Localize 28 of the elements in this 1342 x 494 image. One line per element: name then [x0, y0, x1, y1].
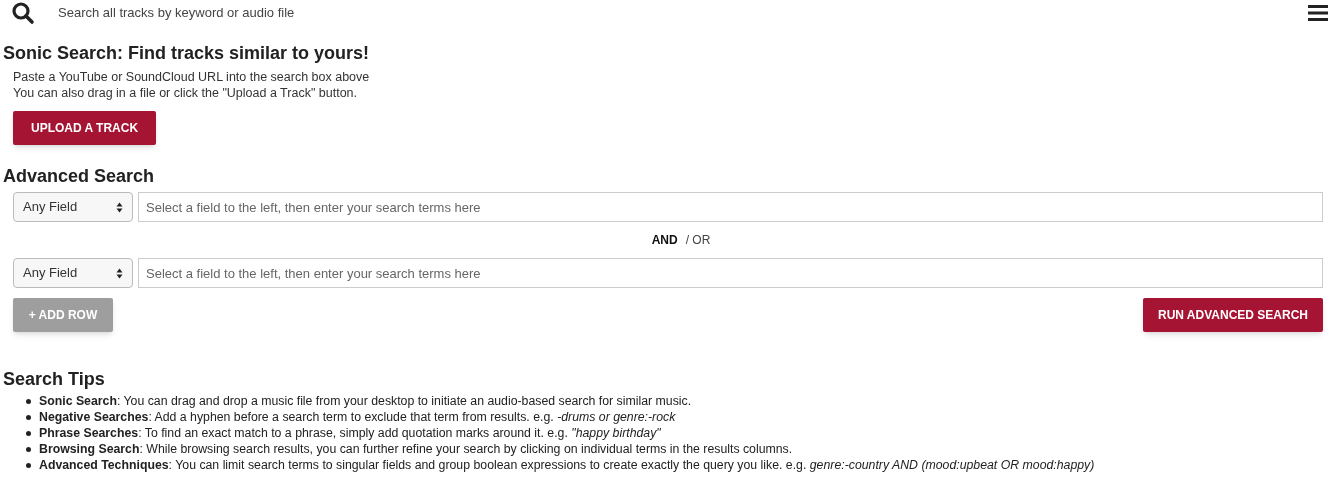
section-heading: Search Tips	[3, 368, 106, 390]
tip-text: Phrase Searches: To find an exact match to a phrase, simply add quotation marks around it. e.g. "happy birthday"	[39, 424, 661, 442]
search-terms-field[interactable]: Select a field to the left, then enter your search terms here	[138, 258, 1323, 288]
tip-text: Sonic Search: You can drag and drop a music file from your desktop to initiate an audio-based search for similar music.	[39, 392, 692, 410]
search-field[interactable]: Search all tracks by keyword or audio file	[58, 3, 1308, 23]
bullet-icon	[26, 398, 31, 404]
search-terms-field[interactable]: Select a field to the left, then enter your search terms here	[138, 192, 1323, 222]
tip-text: Negative Searches: Add a hyphen before a search term to exclude that term from results. e.g. -drums or genre:-rock	[39, 408, 676, 426]
bullet-icon	[26, 446, 31, 452]
instruction-text: Paste a YouTube or SoundCloud URL into the search box above	[13, 69, 371, 85]
section-heading: Sonic Search: Find tracks similar to yours!	[3, 42, 371, 64]
field-dropdown[interactable]: Any Field	[13, 192, 133, 222]
field-dropdown[interactable]: Any Field	[13, 258, 133, 288]
logic-option[interactable]: / OR	[685, 231, 711, 249]
bullet-icon	[26, 414, 31, 420]
menu-icon[interactable]	[1308, 4, 1328, 22]
upload-button[interactable]: UPLOAD A TRACK	[13, 111, 157, 145]
tip-text: Advanced Techniques: You can limit search terms to singular fields and group boolean expressions to create exactly the query you like. e.g. genre:-country AND (mood:upbeat OR mood:happy)	[39, 456, 1095, 474]
tip-text: Browsing Search: While browsing search results, you can further refine your search by clicking on individual terms in the results columns.	[39, 440, 793, 458]
run-search-button[interactable]: RUN ADVANCED SEARCH	[1143, 298, 1323, 332]
logic-option[interactable]: AND	[651, 231, 678, 249]
bullet-icon	[26, 430, 31, 436]
updown-caret-icon	[116, 201, 123, 213]
search-icon[interactable]	[11, 1, 35, 25]
updown-caret-icon	[116, 267, 123, 279]
bullet-icon	[26, 462, 31, 468]
instruction-text: You can also drag in a file or click the "Upload a Track" button.	[13, 85, 359, 101]
section-heading: Advanced Search	[3, 165, 156, 187]
